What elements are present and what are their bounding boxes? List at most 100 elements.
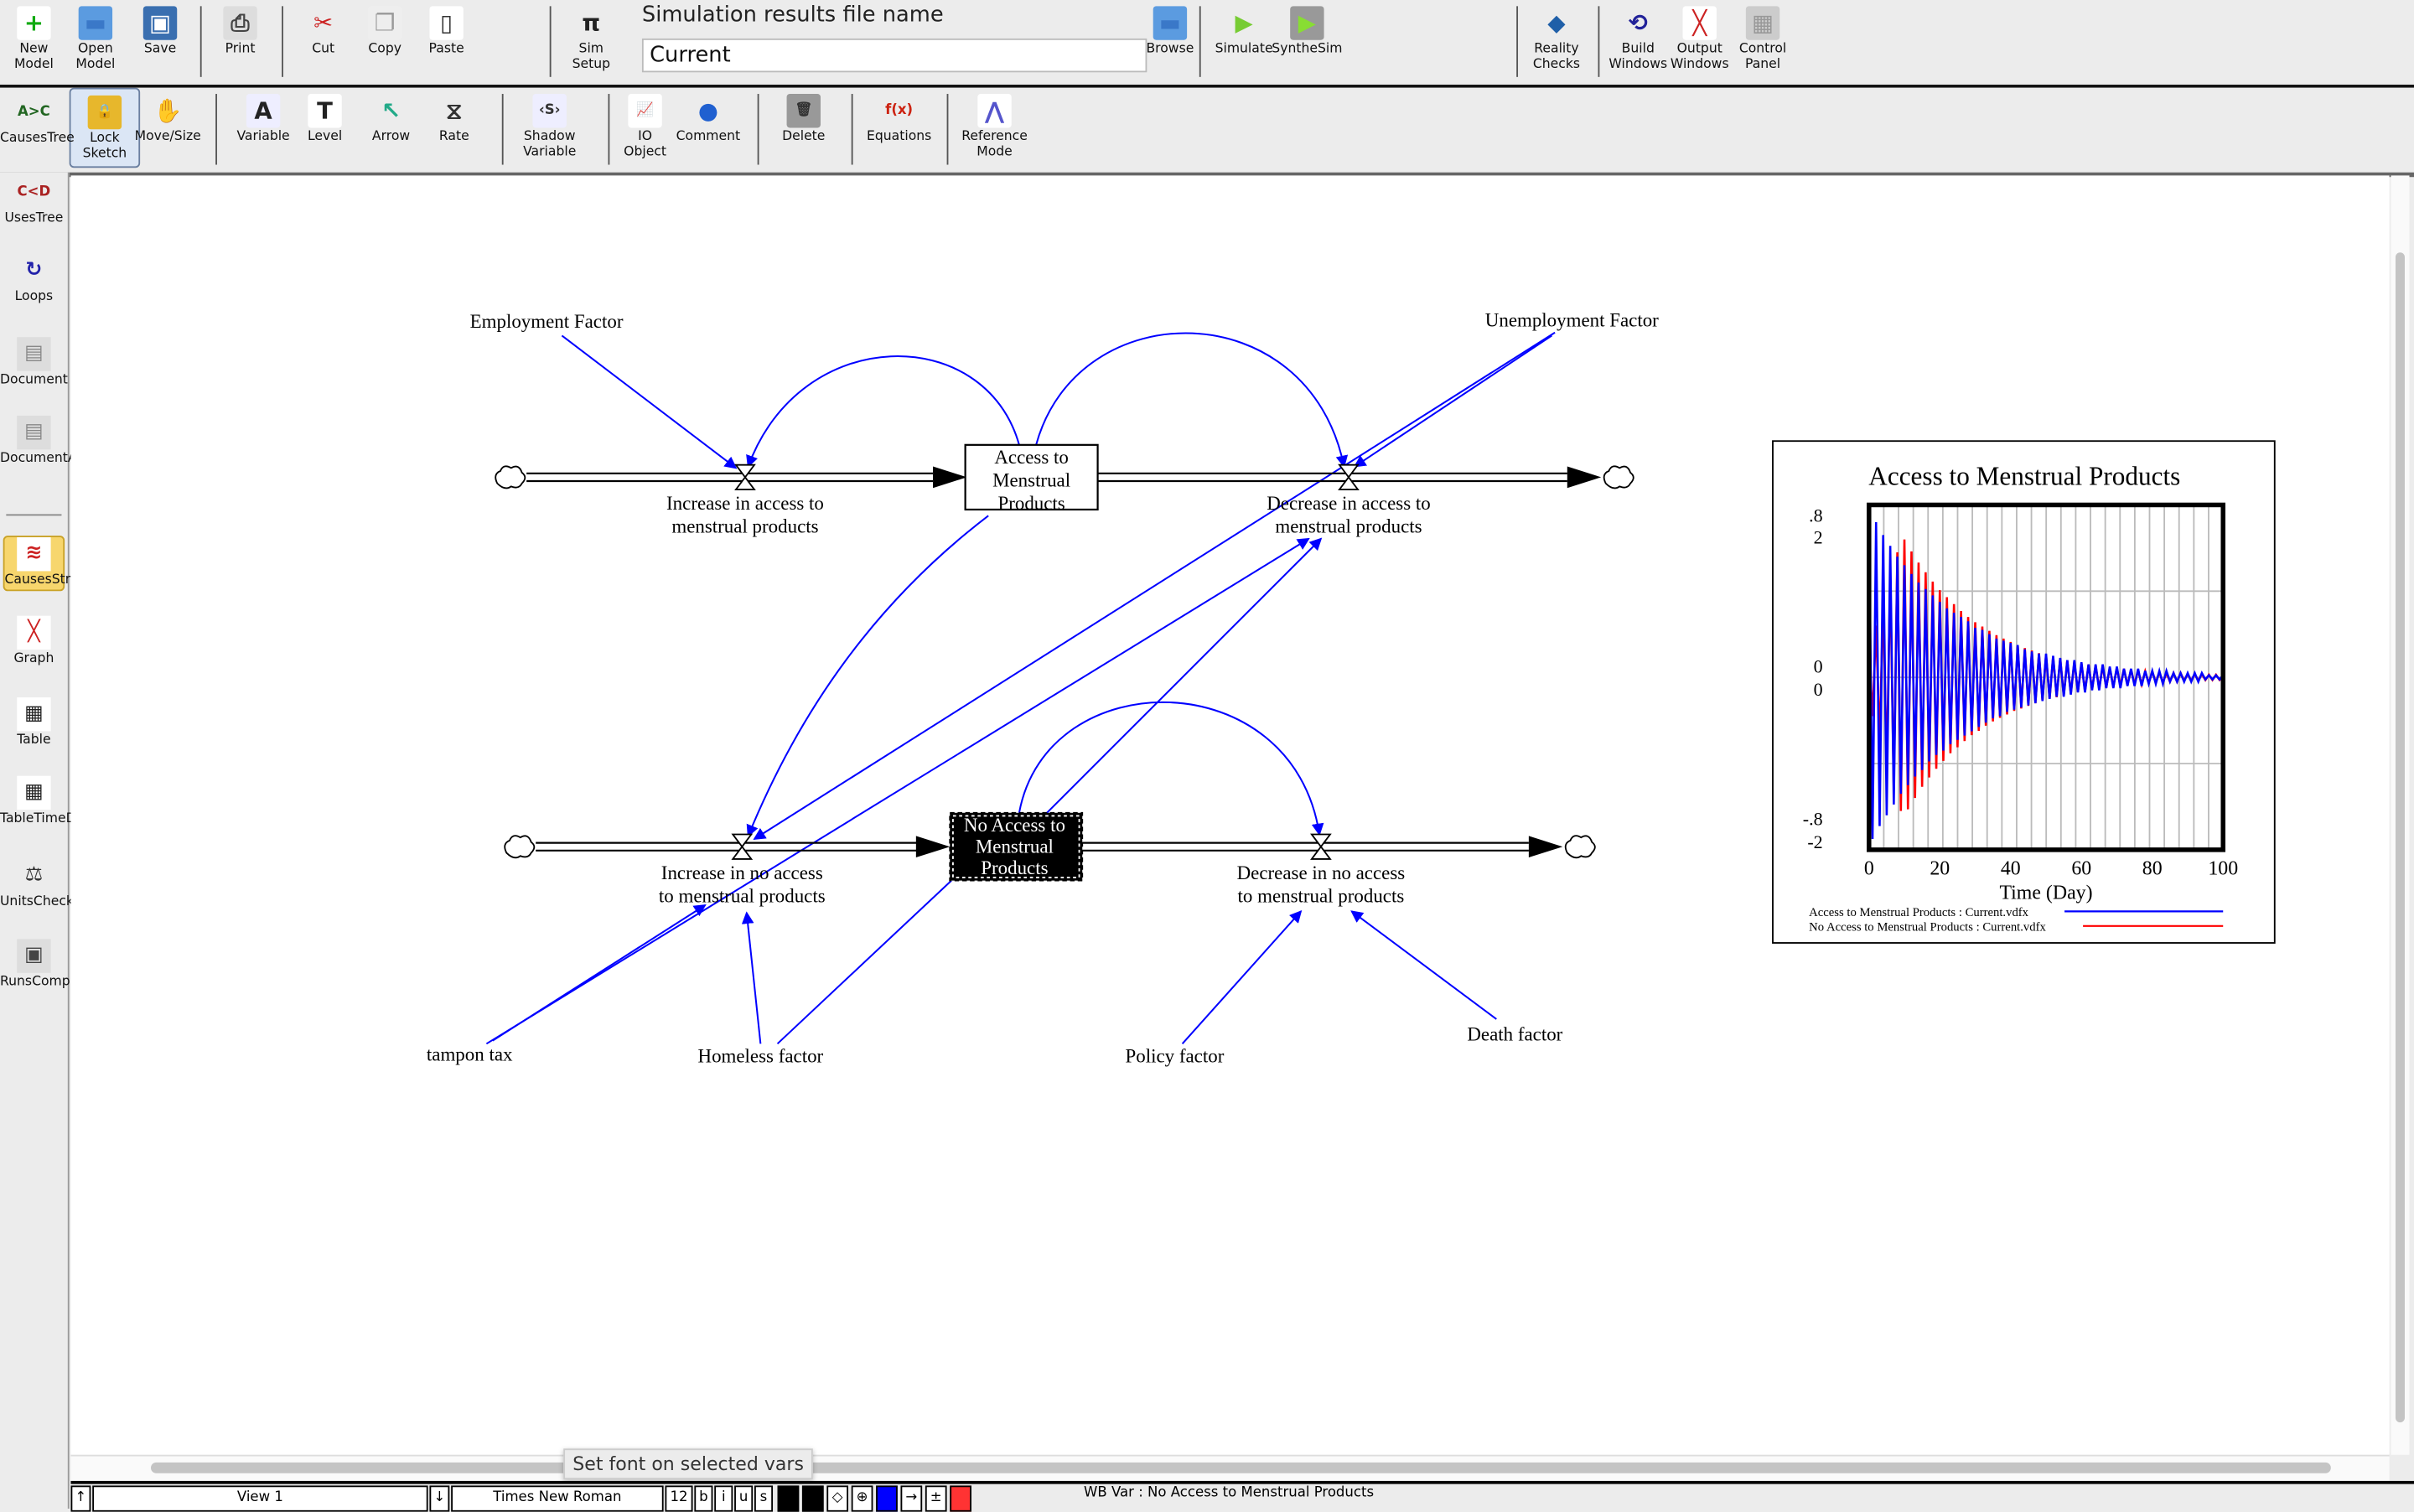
legend-label: Access to Menstrual Products : Current.v… — [1809, 906, 2029, 919]
runs-compare-button[interactable]: ▣ RunsCompare — [0, 939, 91, 991]
browse-button[interactable]: ▬ Browse — [1137, 0, 1204, 85]
reality-checks-button[interactable]: ◆ Reality Checks — [1523, 0, 1591, 85]
synthesim-button[interactable]: ▶ SyntheSim — [1272, 0, 1342, 85]
control-panel-label: Panel — [1744, 56, 1781, 72]
shadow-variable-button[interactable]: ‹S› Shadow Variable — [515, 88, 583, 173]
y-tick-label: 0 — [1814, 679, 1823, 700]
toolbar-separator — [608, 94, 610, 165]
folder-icon: ▬ — [1153, 6, 1188, 40]
loops-button[interactable]: ↻ Loops — [0, 254, 68, 306]
y-tick-label: .8 — [1809, 505, 1823, 526]
save-button[interactable]: ▣ Save — [127, 0, 194, 85]
surround-color-icon[interactable] — [950, 1485, 971, 1512]
document-icon: ▤ — [17, 337, 51, 371]
graph-icon: ╳ — [17, 615, 51, 650]
graph-panel[interactable]: Access to Menstrual Products .8 2 0 0 -.8 -2 0 2… — [1772, 440, 2276, 944]
units-check-label: Units — [0, 894, 34, 910]
table-time-down-icon: ▦ — [17, 775, 51, 810]
causes-tree-button[interactable]: A>C CausesTree — [0, 96, 75, 148]
equations-button[interactable]: f(x) Equations — [865, 88, 933, 173]
copy-icon: ❐ — [367, 6, 402, 40]
sim-setup-button[interactable]: π Sim Setup — [557, 0, 625, 85]
sim-results-label: Simulation results file name — [641, 3, 944, 28]
x-tick-label: 100 — [2208, 857, 2238, 879]
clipboard-icon: ▯ — [429, 6, 464, 40]
x-tick-label: 80 — [2142, 857, 2163, 879]
paste-button[interactable]: ▯ Paste — [412, 0, 480, 85]
chart-title: Access to Menstrual Products — [1868, 462, 2180, 491]
rate-button[interactable]: ⧖ Rate — [420, 88, 488, 173]
build-windows-icon: ⟲ — [1628, 9, 1648, 38]
y-tick-label: 2 — [1814, 526, 1823, 547]
scissors-icon: ✂ — [313, 9, 334, 38]
vensim-window: Simulation results file name Current + Ne… — [0, 0, 2414, 1512]
synthesim-play-icon: ▶ — [1290, 6, 1324, 40]
table-button[interactable]: ▦ Table — [0, 697, 68, 749]
shape-icon[interactable]: ◇ — [826, 1485, 849, 1512]
italic-button[interactable]: i — [714, 1485, 733, 1512]
view-down-arrow-icon[interactable]: ↓ — [429, 1485, 450, 1512]
control-panel-button[interactable]: ▦ Control Panel — [1729, 0, 1797, 85]
arrow-color-swatch[interactable] — [876, 1485, 898, 1512]
print-button[interactable]: ⎙ Print — [206, 0, 274, 85]
strike-button[interactable]: s — [754, 1485, 774, 1512]
check-diamond-icon: ◆ — [1547, 9, 1566, 38]
position-icon[interactable]: ⊕ — [851, 1485, 873, 1512]
view-up-arrow-icon[interactable]: ↑ — [70, 1485, 91, 1512]
y-tick-label: -2 — [1807, 831, 1822, 852]
toolbar-separator — [1199, 6, 1201, 77]
document-all-label: Document — [0, 451, 68, 467]
vertical-scrollbar[interactable] — [2391, 175, 2410, 1455]
reference-mode-button[interactable]: ⋀ Reference Mode — [961, 88, 1028, 173]
reference-mode-label: Mode — [976, 143, 1013, 160]
table-time-down-label: Table — [0, 810, 34, 827]
hand-icon: ✋ — [153, 96, 183, 125]
status-bar: ↑ View 1 ↓ Times New Roman 12 b i u s ◇ … — [70, 1480, 2414, 1512]
x-tick-label: 20 — [1930, 857, 1950, 879]
sim-setup-label: Sim — [578, 41, 604, 57]
vertical-scroll-thumb[interactable] — [2395, 252, 2405, 1423]
units-check-button[interactable]: ⚖ UnitsCheck — [0, 859, 74, 911]
padlock-icon: 🔒 — [87, 95, 122, 130]
status-info: WB Var : No Access to Menstrual Products — [1084, 1485, 1375, 1501]
border-color-swatch[interactable] — [801, 1485, 824, 1512]
font-size-field[interactable]: 12 — [665, 1485, 693, 1512]
control-panel-label: Control — [1738, 41, 1787, 57]
toolbar-separator — [215, 94, 217, 165]
document-all-button[interactable]: ▤DocumentAll — [0, 415, 84, 468]
sim-results-input[interactable]: Current — [641, 38, 1147, 73]
runs-compare-label: Runs — [0, 974, 33, 991]
font-selector[interactable]: Times New Roman — [451, 1485, 664, 1512]
rate-valve-icon: ⧖ — [446, 96, 463, 125]
shadow-variable-label: Variable — [523, 143, 577, 160]
toolbar-separator — [946, 94, 949, 165]
delete-button[interactable]: 🗑 Delete — [769, 88, 837, 173]
units-check-label: Check — [33, 894, 74, 910]
causes-strip-button[interactable]: ≋ CausesStrip — [3, 536, 82, 591]
lock-sketch-button[interactable]: 🔒 Lock Sketch — [69, 87, 141, 168]
scales-icon: ⚖ — [24, 863, 44, 887]
delete-label: Delete — [782, 129, 826, 145]
bold-button[interactable]: b — [694, 1485, 713, 1512]
reference-mode-icon: ⋀ — [977, 94, 1012, 128]
text-color-swatch[interactable] — [777, 1485, 800, 1512]
document-button[interactable]: ▤ Document — [0, 337, 68, 389]
table-icon: ▦ — [17, 697, 51, 732]
horizontal-scroll-thumb[interactable] — [150, 1462, 2331, 1473]
y-tick-label: -.8 — [1803, 808, 1823, 829]
document-label: Document — [0, 372, 68, 388]
uses-tree-button[interactable]: C<D UsesTree — [0, 175, 68, 227]
x-tick-label: 0 — [1864, 857, 1874, 879]
output-graph-icon: ╳ — [1682, 6, 1717, 40]
view-selector[interactable]: View 1 — [92, 1485, 428, 1512]
horizontal-scrollbar[interactable] — [70, 1454, 2390, 1481]
graph-button[interactable]: ╳ Graph — [0, 615, 68, 668]
main-toolbar: Simulation results file name Current + Ne… — [0, 0, 2414, 88]
comment-button[interactable]: ● Comment — [674, 88, 742, 173]
move-size-button[interactable]: ✋ Move/Size — [134, 88, 202, 173]
synthesim-label: SyntheSim — [1272, 41, 1343, 57]
underline-button[interactable]: u — [734, 1485, 754, 1512]
arrow-style-icon[interactable]: → — [900, 1485, 923, 1512]
number-format-icon[interactable]: ± — [925, 1485, 947, 1512]
table-time-down-button[interactable]: ▦TableTimeDown — [0, 775, 103, 828]
